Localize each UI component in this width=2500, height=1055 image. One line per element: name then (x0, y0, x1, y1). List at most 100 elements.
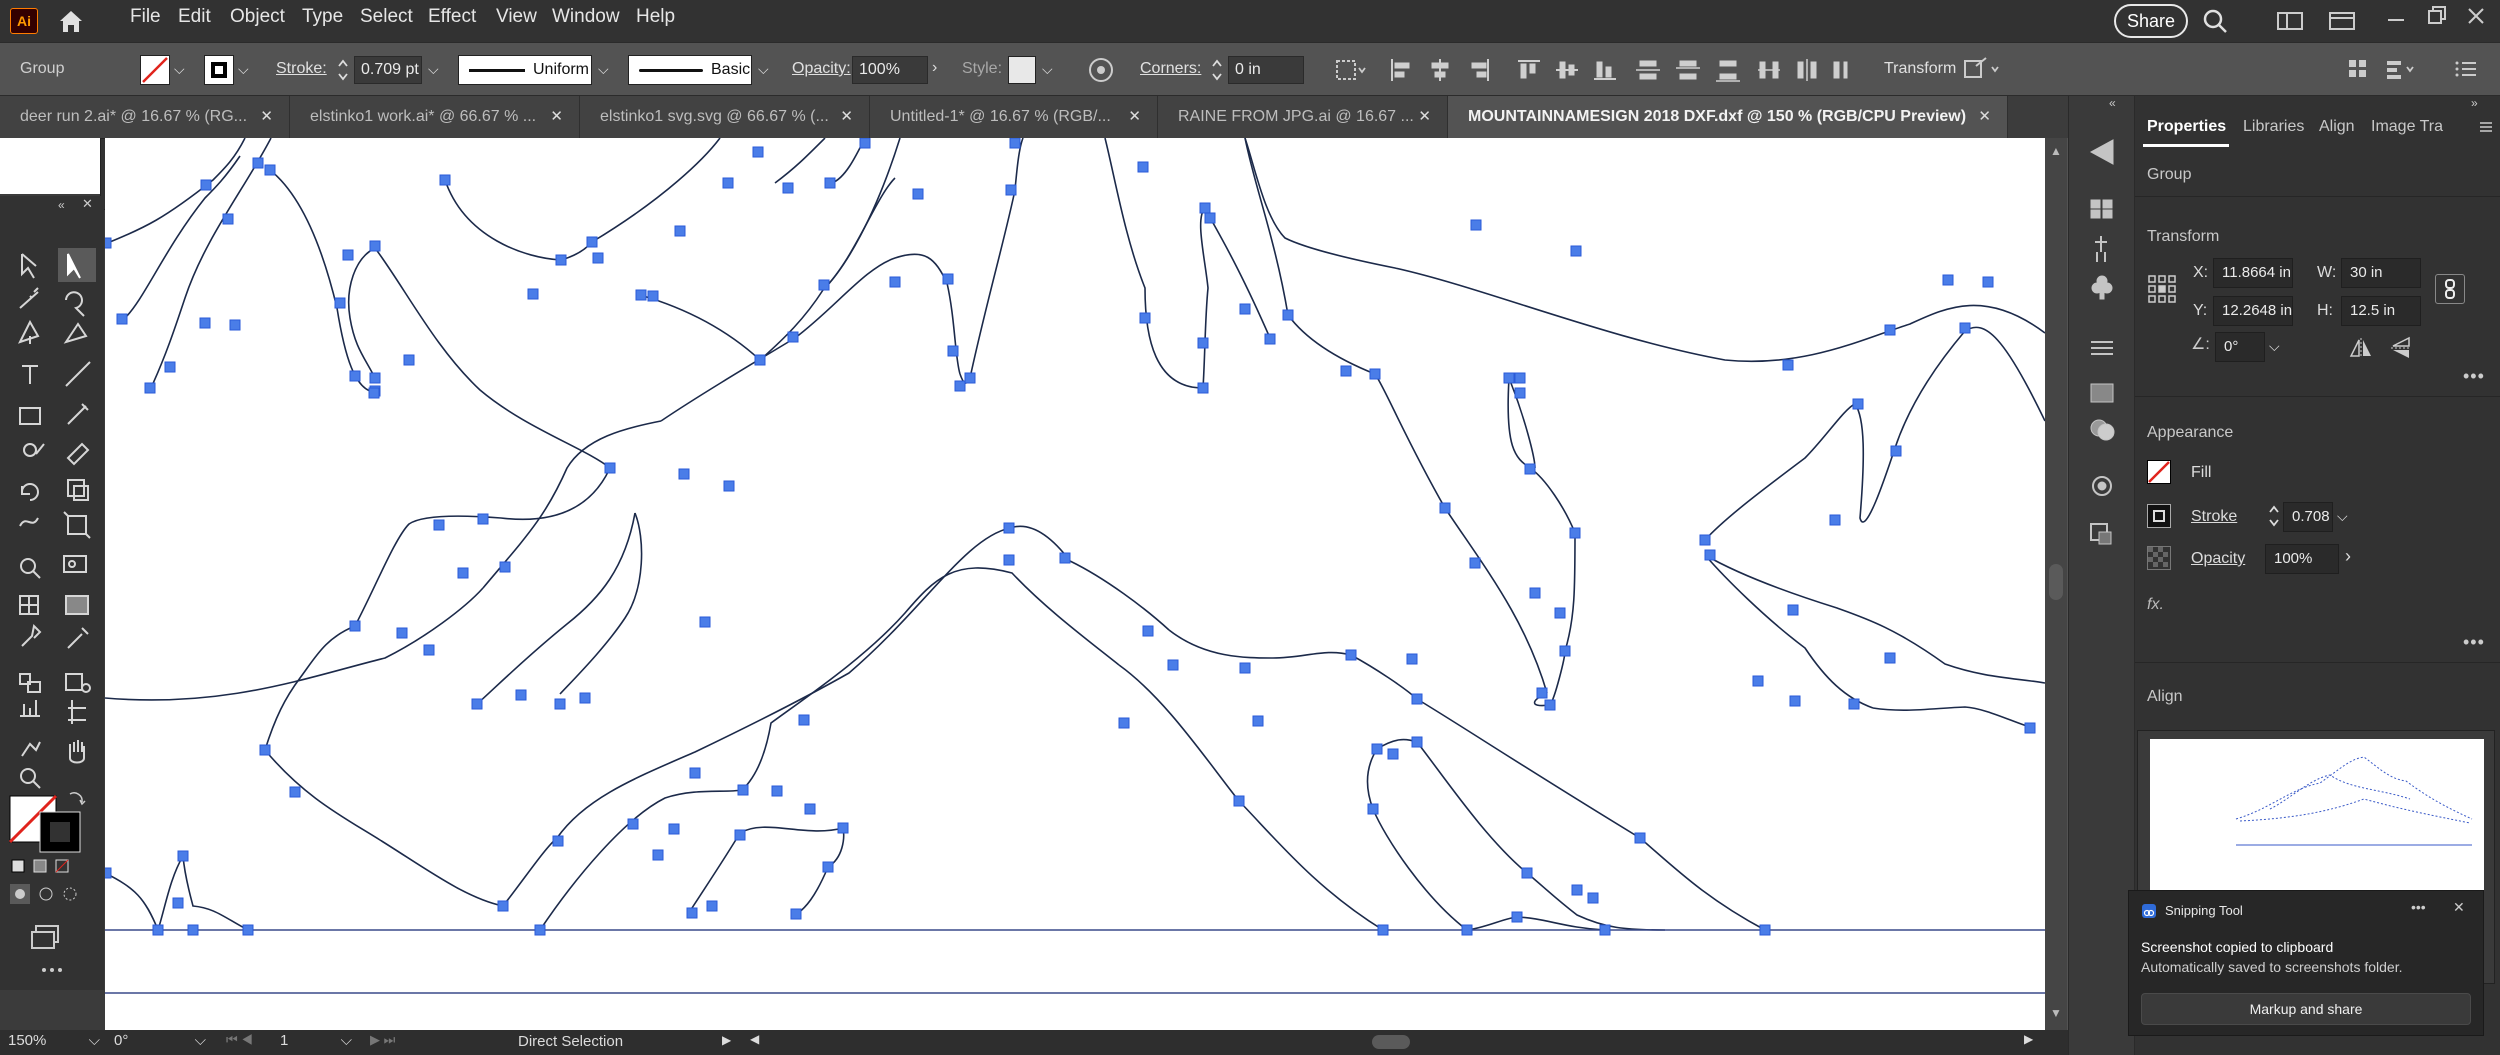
scroll-right-icon[interactable]: ▶ (2024, 1032, 2033, 1046)
recolor-artwork-icon[interactable] (1086, 55, 1116, 85)
chevron-right-icon[interactable]: › (2345, 546, 2351, 567)
tab-image-trace[interactable]: Image Tra (2371, 118, 2443, 136)
scroll-thumb[interactable] (2049, 564, 2063, 600)
menu-view[interactable]: View (496, 6, 537, 28)
menu-type[interactable]: Type (302, 6, 343, 28)
collapse-icon[interactable]: » (2471, 96, 2478, 110)
chevron-down-icon[interactable]: ⌵ (174, 61, 185, 78)
artboard-navigation-next[interactable]: ▶ ⏭ (370, 1032, 420, 1053)
menu-edit[interactable]: Edit (178, 6, 211, 28)
menu-window[interactable]: Window (552, 6, 620, 28)
tool-icons[interactable] (0, 196, 104, 990)
flip-vertical-icon[interactable] (2389, 336, 2413, 360)
close-icon[interactable]: ✕ (840, 96, 853, 138)
chevron-down-icon[interactable]: ⌵ (758, 61, 769, 78)
arrange-documents-icon[interactable] (2346, 57, 2370, 81)
vertical-scrollbar[interactable]: ▲ ▼ (2045, 138, 2067, 1030)
stroke-swatch[interactable] (204, 55, 234, 85)
stroke-swatch[interactable] (2147, 504, 2171, 528)
tab-document[interactable]: deer run 2.ai* @ 16.67 % (RG... ✕ (0, 96, 290, 138)
x-position-input[interactable]: 11.8664 in (2213, 258, 2293, 288)
zoom-select[interactable]: 150% ⌵ (8, 1032, 104, 1053)
chevron-down-icon[interactable]: ⌵ (2269, 338, 2280, 355)
variable-width-profile-select[interactable]: Uniform (458, 55, 592, 85)
share-button[interactable]: Share (2114, 4, 2188, 38)
opacity-label[interactable]: Opacity (2191, 550, 2245, 568)
opacity-input[interactable]: 100% (852, 56, 928, 84)
menu-file[interactable]: File (130, 6, 161, 28)
tab-document-active[interactable]: MOUNTAINNAMESIGN 2018 DXF.dxf @ 150 % (R… (1448, 96, 2008, 138)
y-position-input[interactable]: 12.2648 in (2213, 296, 2293, 326)
tab-properties[interactable]: Properties (2147, 118, 2226, 136)
stroke-weight-input[interactable]: 0.709 pt (354, 56, 422, 84)
graphic-style-swatch[interactable] (1008, 56, 1036, 84)
workspace-icon[interactable] (2276, 10, 2304, 32)
flip-horizontal-icon[interactable] (2349, 336, 2373, 360)
snipping-tool-notification[interactable]: Snipping Tool ••• ✕ Screenshot copied to… (2128, 890, 2484, 1036)
menu-select[interactable]: Select (360, 6, 413, 28)
scroll-up-icon[interactable]: ▲ (2050, 144, 2062, 158)
chevron-down-icon[interactable]: ⌵ (428, 61, 439, 78)
scroll-thumb[interactable] (1372, 1035, 1410, 1049)
close-icon[interactable]: ✕ (1418, 96, 1431, 138)
markup-and-share-button[interactable]: Markup and share (2141, 993, 2471, 1025)
artboard-navigation[interactable]: ⏮ ◀ (226, 1032, 284, 1053)
isolate-icon[interactable] (1962, 55, 2002, 85)
select-similar-icon[interactable] (1334, 57, 1368, 83)
menu-icon[interactable] (2454, 57, 2478, 81)
chevron-down-icon[interactable]: ⌵ (2337, 508, 2348, 525)
close-icon[interactable]: ✕ (550, 96, 563, 138)
status-menu-icon[interactable]: ▶ (722, 1033, 731, 1047)
rotation-input[interactable]: 0° (2215, 332, 2265, 362)
minimize-icon[interactable] (2384, 6, 2408, 30)
width-input[interactable]: 30 in (2341, 258, 2421, 288)
tab-libraries[interactable]: Libraries (2243, 118, 2304, 136)
home-icon[interactable] (56, 6, 86, 36)
stroke-stepper-icon[interactable] (336, 56, 350, 84)
corners-input[interactable]: 0 in (1228, 56, 1304, 84)
close-icon[interactable]: ✕ (1128, 96, 1141, 138)
search-icon[interactable] (2200, 6, 2230, 36)
close-icon[interactable]: ✕ (2453, 899, 2465, 916)
tab-document[interactable]: elstinko1 work.ai* @ 66.67 % ... ✕ (290, 96, 580, 138)
tab-align[interactable]: Align (2319, 118, 2355, 136)
tab-document[interactable]: Untitled-1* @ 16.67 % (RGB/... ✕ (870, 96, 1158, 138)
more-options-icon[interactable]: ••• (2463, 366, 2485, 387)
tab-document[interactable]: elstinko1 svg.svg @ 66.67 % (... ✕ (580, 96, 870, 138)
rotation-select[interactable]: 0° ⌵ (114, 1032, 210, 1053)
stroke-stepper-icon[interactable] (2267, 502, 2281, 530)
more-options-icon[interactable]: ••• (2411, 899, 2426, 915)
scroll-left-icon[interactable]: ◀ (750, 1032, 759, 1046)
restore-icon[interactable] (2424, 4, 2448, 28)
tab-document[interactable]: RAINE FROM JPG.ai @ 16.67 ... ✕ (1158, 96, 1448, 138)
mountain-artwork[interactable] (105, 138, 2045, 1030)
menu-object[interactable]: Object (230, 6, 285, 28)
height-input[interactable]: 12.5 in (2341, 296, 2421, 326)
close-icon[interactable]: ✕ (1978, 96, 1991, 138)
corners-stepper-icon[interactable] (1210, 56, 1224, 84)
stroke-weight-input[interactable]: 0.708 (2283, 502, 2333, 532)
chevron-down-icon[interactable]: ⌵ (598, 61, 609, 78)
panel-dock-icons[interactable] (2069, 126, 2135, 646)
more-options-icon[interactable]: ••• (2463, 632, 2485, 653)
panel-menu-icon[interactable] (2479, 120, 2493, 134)
constrain-proportions-icon[interactable] (2435, 274, 2465, 304)
opacity-input[interactable]: 100% (2265, 544, 2339, 574)
fill-swatch[interactable] (2147, 460, 2171, 484)
brush-definition-select[interactable]: Basic (628, 55, 752, 85)
horizontal-scrollbar[interactable]: ◀ ▶ (746, 1032, 2042, 1053)
scroll-down-icon[interactable]: ▼ (2050, 1006, 2062, 1020)
panel-options-icon[interactable] (2384, 57, 2420, 81)
menu-help[interactable]: Help (636, 6, 675, 28)
arrange-icon[interactable] (2328, 10, 2356, 32)
menu-effect[interactable]: Effect (428, 6, 476, 28)
artboard-canvas[interactable] (105, 138, 2045, 1030)
stroke-label[interactable]: Stroke (2191, 508, 2237, 526)
fill-swatch[interactable] (140, 55, 170, 85)
chevron-down-icon[interactable]: ⌵ (1042, 61, 1053, 78)
chevron-right-icon[interactable]: › (932, 59, 937, 77)
chevron-down-icon[interactable]: ⌵ (238, 61, 249, 78)
artboard-select[interactable]: 1 ⌵ (280, 1032, 356, 1053)
fx-button[interactable]: fx. (2147, 596, 2164, 614)
reference-point-icon[interactable] (2147, 274, 2177, 304)
